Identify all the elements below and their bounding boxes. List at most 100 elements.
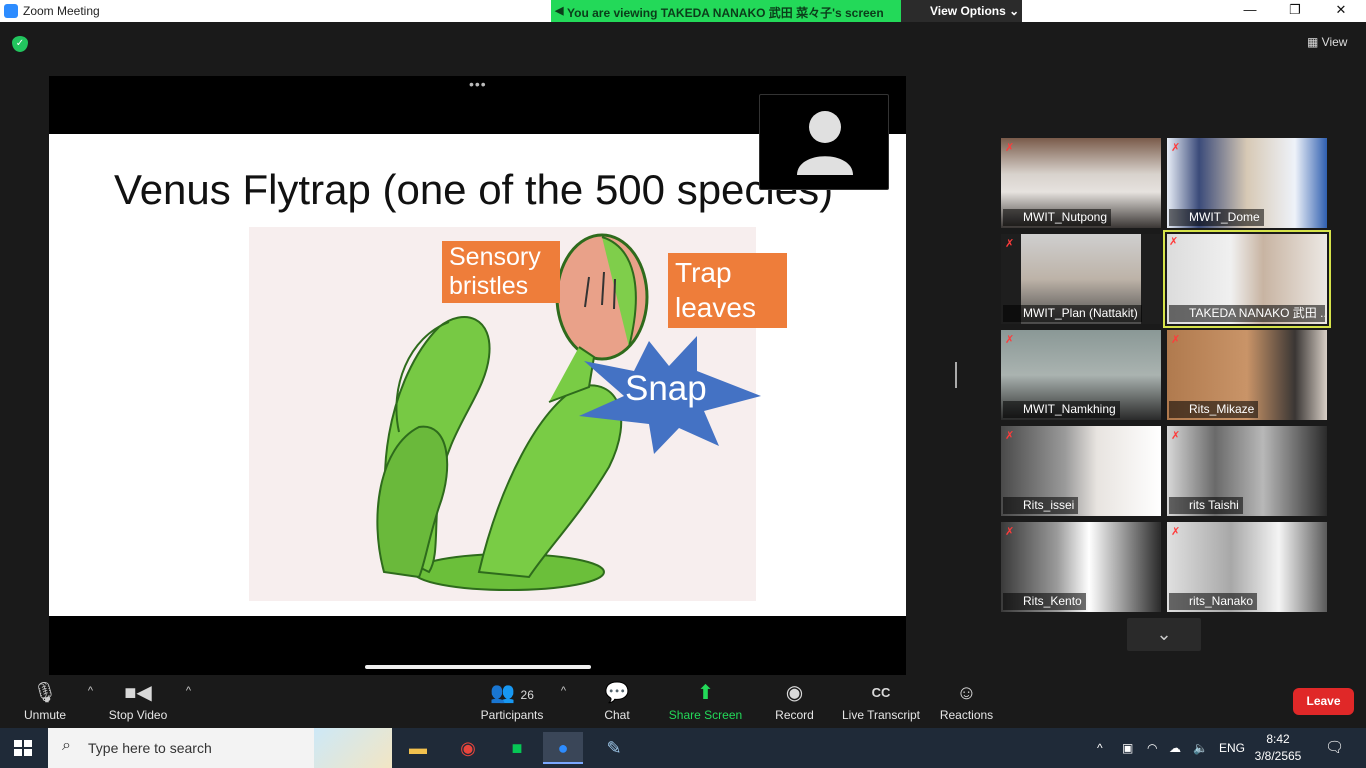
- window-title: Zoom Meeting: [23, 4, 100, 18]
- muted-mic-icon: ✗: [1169, 236, 1179, 248]
- muted-mic-icon: ✗: [1171, 430, 1181, 442]
- restore-button[interactable]: ❐: [1280, 2, 1310, 20]
- reactions-button[interactable]: ☺ Reactions: [938, 675, 995, 722]
- participant-name: rits Taishi: [1169, 497, 1243, 514]
- wifi-icon[interactable]: ◠: [1147, 728, 1157, 768]
- participant-tile[interactable]: ✗ Rits_Kento: [1001, 522, 1161, 612]
- live-transcript-label: Live Transcript: [841, 708, 921, 722]
- participant-tile[interactable]: ✗ rits Taishi: [1167, 426, 1327, 516]
- banner-text: You are viewing TAKEDA NANAKO 武田 菜々子's s…: [567, 6, 884, 20]
- minimize-button[interactable]: —: [1235, 2, 1265, 20]
- video-camera-icon: ■◀: [124, 682, 152, 704]
- notifications-icon[interactable]: 🗨: [1325, 728, 1344, 768]
- active-speaker-tile[interactable]: ✗ TAKEDA NANAKO 武田 ...: [1163, 230, 1331, 328]
- record-button[interactable]: ◉ Record: [772, 675, 817, 722]
- live-transcript-button[interactable]: CC Live Transcript: [840, 675, 922, 722]
- chevron-up-icon[interactable]: ^: [88, 685, 93, 697]
- show-hidden-icons-icon[interactable]: ^: [1097, 728, 1103, 768]
- participants-button[interactable]: 👥 26 Participants ^: [476, 675, 566, 722]
- muted-mic-icon: ✗: [1171, 334, 1181, 346]
- chevron-up-icon[interactable]: ^: [186, 685, 191, 697]
- slide-title: Venus Flytrap (one of the 500 species): [114, 166, 834, 213]
- file-explorer-icon[interactable]: ▬: [398, 732, 438, 764]
- user-avatar-icon: [797, 111, 853, 175]
- muted-mic-icon: ✗: [1005, 430, 1015, 442]
- participant-tile[interactable]: ✗ Rits_issei: [1001, 426, 1161, 516]
- clock-date: 3/8/2565: [1254, 749, 1302, 763]
- search-icon: ⌕: [62, 737, 71, 754]
- onedrive-cloud-icon[interactable]: ☁: [1169, 728, 1181, 768]
- chevron-down-icon: ⌄: [1009, 4, 1020, 18]
- muted-mic-icon: ✗: [1005, 334, 1015, 346]
- view-label: View: [1321, 35, 1348, 49]
- chat-button[interactable]: 💬 Chat: [597, 675, 637, 722]
- taskbar-search-box[interactable]: ⌕ Type here to search: [48, 728, 392, 768]
- self-view-tile[interactable]: [759, 94, 889, 190]
- participant-tile[interactable]: ✗ rits_Nanako: [1167, 522, 1327, 612]
- trap-leaves-label: Trap leaves: [668, 253, 787, 328]
- chat-bubble-icon: 💬: [604, 682, 630, 704]
- sensory-bristles-label: Sensory bristles: [442, 241, 560, 303]
- view-layout-button[interactable]: ▦ View: [1307, 35, 1347, 49]
- snap-label: Snap: [625, 369, 707, 408]
- view-options-button[interactable]: View Options ⌄: [901, 0, 1022, 22]
- paint-app-icon[interactable]: ✎: [594, 732, 634, 764]
- smiley-icon: ☺: [956, 682, 977, 704]
- grid-icon: ▦: [1307, 35, 1322, 49]
- muted-mic-icon: ✗: [1005, 142, 1015, 154]
- participant-name: MWIT_Plan (Nattakit): [1003, 305, 1142, 322]
- more-participants-button[interactable]: ⌄: [1127, 618, 1201, 651]
- horizontal-scrollbar[interactable]: [365, 665, 591, 669]
- zoom-app-icon[interactable]: ●: [543, 732, 583, 764]
- participant-tile[interactable]: ✗ MWIT_Dome: [1167, 138, 1327, 228]
- participant-name: MWIT_Dome: [1169, 209, 1264, 226]
- reactions-label: Reactions: [939, 708, 994, 722]
- chat-label: Chat: [604, 708, 630, 722]
- language-indicator[interactable]: ENG: [1219, 728, 1245, 768]
- participant-name: Rits_Kento: [1003, 593, 1086, 610]
- zoom-logo-icon: [4, 4, 18, 18]
- share-screen-icon: ⬆: [697, 682, 714, 704]
- leave-button[interactable]: Leave: [1293, 688, 1354, 715]
- volume-icon[interactable]: 🔈: [1193, 728, 1208, 768]
- muted-mic-icon: ✗: [1005, 526, 1015, 538]
- chevron-up-icon[interactable]: ^: [561, 685, 566, 697]
- clock-time: 8:42: [1266, 732, 1290, 746]
- muted-mic-icon: ✗: [1171, 526, 1181, 538]
- muted-mic-icon: ✗: [1171, 142, 1181, 154]
- record-icon: ◉: [785, 682, 804, 704]
- participant-tile[interactable]: ✗ MWIT_Plan (Nattakit): [1001, 234, 1161, 324]
- close-button[interactable]: ✕: [1326, 2, 1356, 20]
- share-screen-button[interactable]: ⬆ Share Screen: [667, 675, 744, 722]
- windows-start-icon[interactable]: [14, 740, 32, 756]
- participant-tile[interactable]: ✗ MWIT_Nutpong: [1001, 138, 1161, 228]
- presentation-slide: Venus Flytrap (one of the 500 species) S…: [49, 134, 906, 616]
- unmute-button[interactable]: 🎙 Unmute ^: [15, 675, 93, 722]
- share-screen-label: Share Screen: [668, 708, 743, 722]
- more-options-icon[interactable]: •••: [469, 76, 487, 92]
- participants-count: 26: [520, 688, 534, 702]
- panel-resize-handle[interactable]: [955, 362, 957, 388]
- participant-name: rits_Nanako: [1169, 593, 1258, 610]
- participant-name: Rits_issei: [1003, 497, 1079, 514]
- security-shield-icon[interactable]: ✓: [12, 36, 28, 52]
- chevron-down-icon: ⌄: [1156, 624, 1172, 644]
- meet-now-icon[interactable]: ▣: [1122, 728, 1133, 768]
- participant-name: TAKEDA NANAKO 武田 ...: [1169, 305, 1325, 322]
- participant-name: MWIT_Namkhing: [1003, 401, 1120, 418]
- closed-caption-icon: CC: [871, 685, 891, 700]
- speaker-icon: ◀: [555, 5, 564, 17]
- stop-video-button[interactable]: ■◀ Stop Video ^: [103, 675, 191, 722]
- line-app-icon[interactable]: ■: [497, 732, 537, 764]
- taskbar-clock[interactable]: 8:42 3/8/2565: [1253, 731, 1303, 765]
- participant-tile[interactable]: ✗ MWIT_Namkhing: [1001, 330, 1161, 420]
- chrome-icon[interactable]: ◉: [448, 732, 488, 764]
- participant-tile[interactable]: ✗ Rits_Mikaze: [1167, 330, 1327, 420]
- participant-name: MWIT_Nutpong: [1003, 209, 1112, 226]
- view-options-label: View Options: [930, 4, 1006, 18]
- viewing-banner: ◀ You are viewing TAKEDA NANAKO 武田 菜々子's…: [551, 0, 901, 22]
- search-highlight-image: [314, 728, 392, 768]
- search-placeholder: Type here to search: [88, 740, 212, 756]
- windows-taskbar: ⌕ Type here to search ▬ ◉ ■ ● ✎ ^ ▣ ◠ ☁ …: [0, 728, 1366, 768]
- record-label: Record: [775, 708, 814, 722]
